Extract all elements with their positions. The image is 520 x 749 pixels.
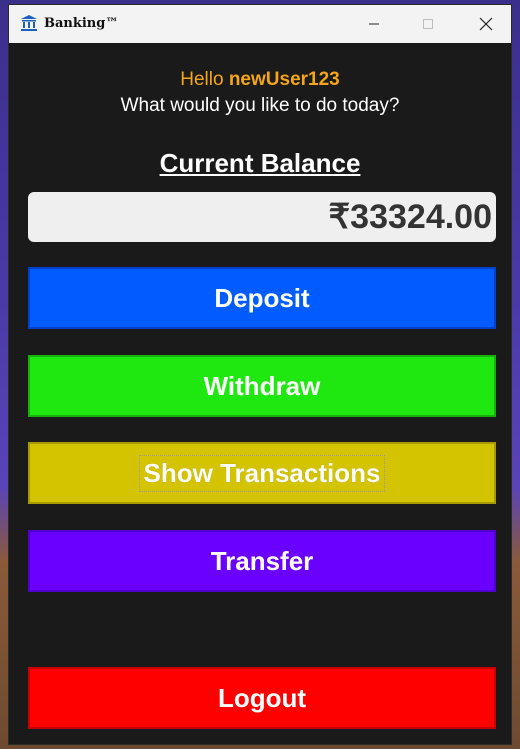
balance-title: Current Balance (159, 148, 361, 178)
transfer-button[interactable]: Transfer (28, 530, 496, 592)
window-title: Banking™ (44, 16, 119, 31)
close-icon (479, 17, 493, 31)
maximize-button[interactable] (405, 5, 451, 43)
bank-icon (20, 14, 38, 32)
balance-amount: ₹33324.00 (328, 198, 492, 236)
logout-label: Logout (217, 682, 307, 713)
logout-button[interactable]: Logout (28, 667, 496, 729)
minimize-button[interactable] (351, 5, 397, 43)
transfer-label: Transfer (210, 545, 314, 576)
banking-window: Banking™ Hello newUser123 What would you… (8, 4, 512, 745)
balance-display: ₹33324.00 (28, 192, 496, 242)
deposit-button[interactable]: Deposit (28, 267, 496, 329)
minimize-icon (369, 23, 379, 25)
username: newUser123 (228, 69, 340, 90)
show-transactions-button[interactable]: Show Transactions (28, 442, 496, 504)
title-bar[interactable]: Banking™ (9, 5, 511, 43)
withdraw-label: Withdraw (203, 370, 321, 401)
show-transactions-label: Show Transactions (138, 454, 386, 492)
prompt-text: What would you like to do today? (120, 95, 400, 116)
deposit-label: Deposit (214, 282, 310, 313)
close-button[interactable] (463, 5, 509, 43)
maximize-icon (423, 19, 433, 29)
greeting-line: Hello newUser123 (9, 69, 511, 91)
greeting-prefix: Hello (180, 69, 229, 90)
withdraw-button[interactable]: Withdraw (28, 355, 496, 417)
